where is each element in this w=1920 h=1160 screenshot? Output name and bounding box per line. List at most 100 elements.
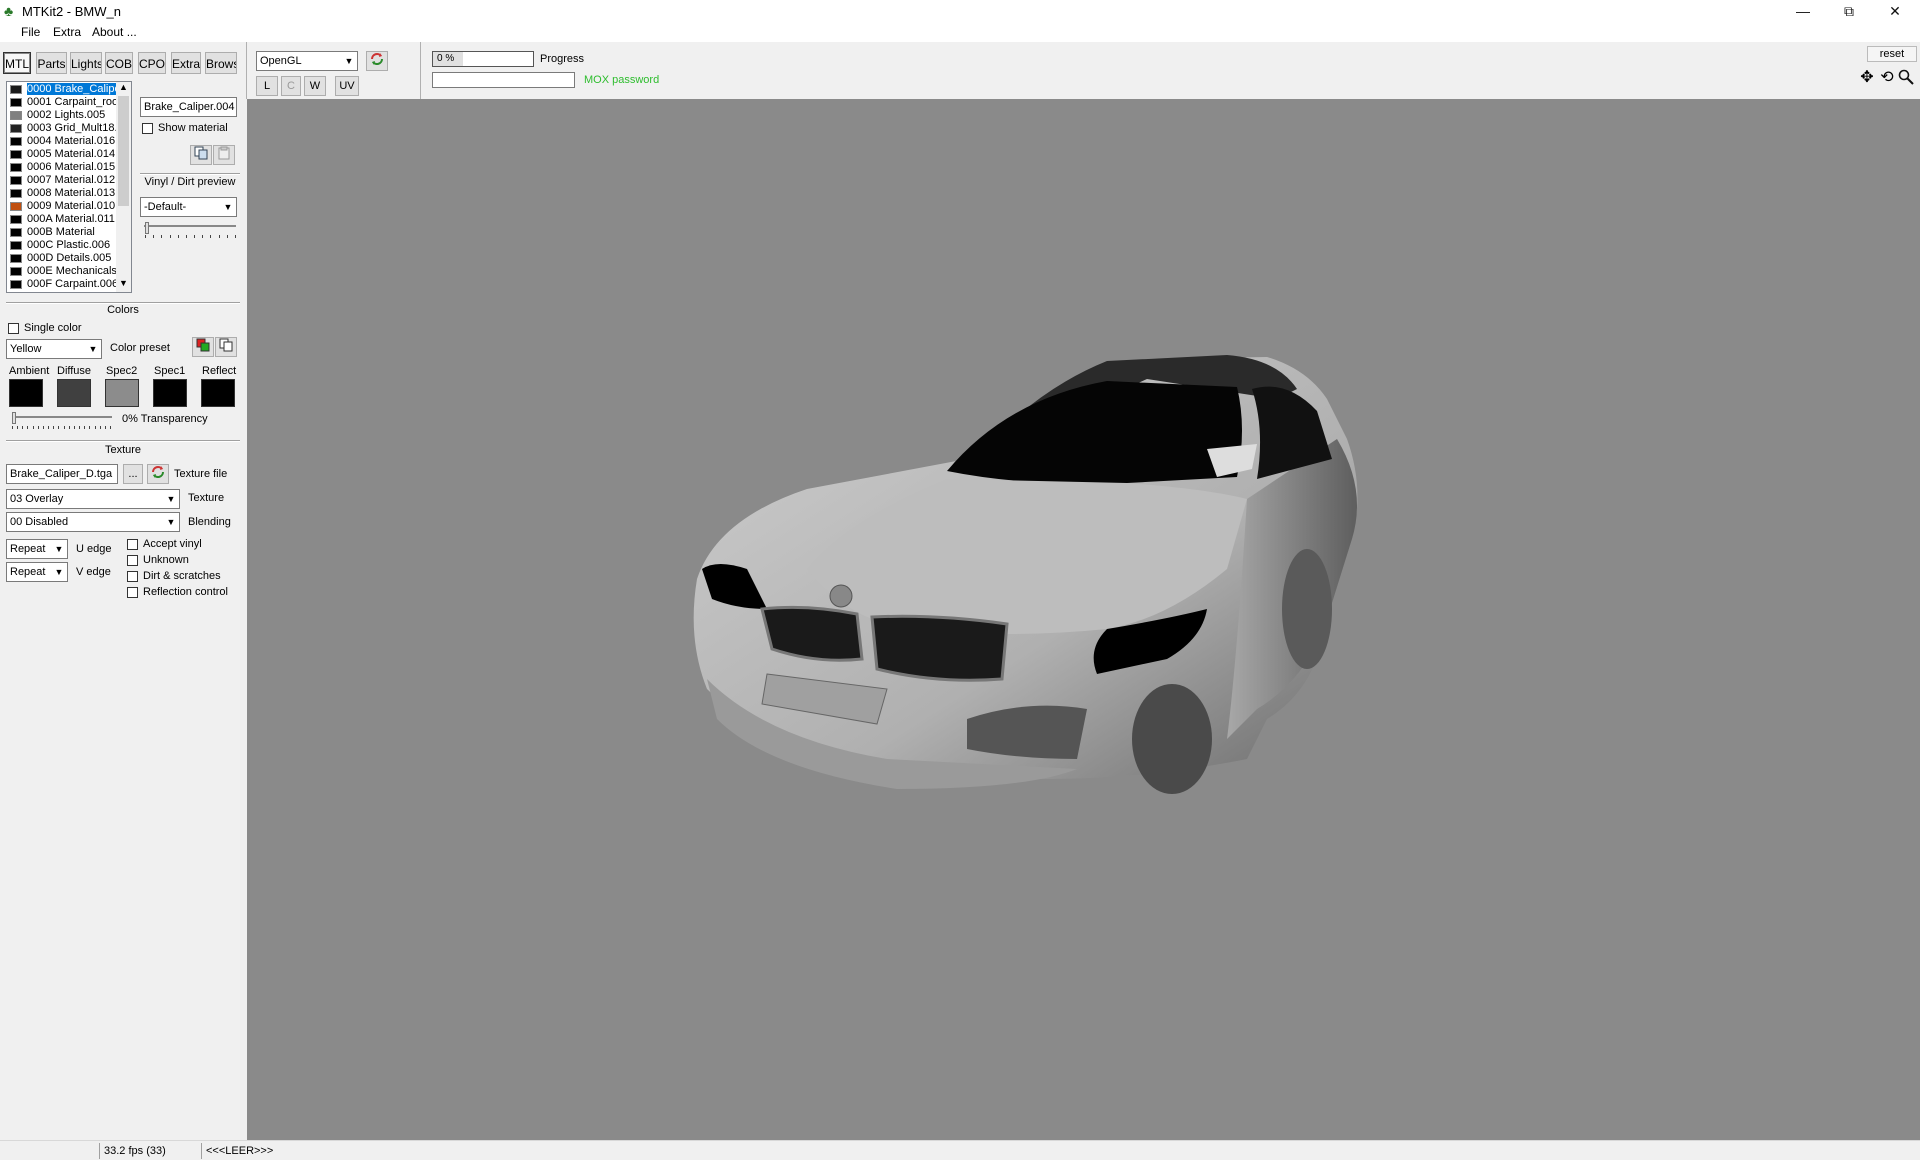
ambient-swatch[interactable] — [9, 379, 43, 407]
color-preset-value: Yellow — [10, 343, 42, 355]
renderer-select[interactable]: OpenGL ▼ — [256, 51, 358, 71]
material-color-icon — [10, 85, 22, 94]
rotate-icon[interactable]: ⟲ — [1878, 69, 1896, 87]
list-item[interactable]: 0006 Material.015 — [7, 161, 115, 174]
texture-file-input[interactable]: Brake_Caliper_D.tga — [6, 464, 118, 484]
u-edge-select[interactable]: Repeat ▼ — [6, 539, 68, 559]
restore-button[interactable]: ⧉ — [1826, 0, 1872, 22]
tab-cob[interactable]: COB — [105, 52, 133, 74]
vinyl-select[interactable]: -Default- ▼ — [140, 197, 237, 217]
save-preset-button[interactable] — [215, 337, 237, 357]
tab-extra[interactable]: Extra — [171, 52, 201, 74]
menu-file[interactable]: File — [21, 25, 40, 39]
slider-tick — [22, 426, 23, 429]
mox-password-label: MOX password — [584, 74, 660, 86]
material-name: 0007 Material.012 — [27, 174, 116, 186]
reset-button[interactable]: reset — [1867, 46, 1917, 62]
list-item[interactable]: 000C Plastic.006 — [7, 239, 115, 252]
chevron-down-icon: ▼ — [51, 563, 67, 581]
copy-material-button[interactable] — [190, 145, 212, 165]
unknown-checkbox[interactable] — [127, 555, 138, 566]
view-l-button[interactable]: L — [256, 76, 278, 96]
transparency-slider-thumb[interactable] — [12, 412, 16, 424]
transparency-label: 0% Transparency — [122, 413, 208, 425]
list-item[interactable]: 0004 Material.016 — [7, 135, 115, 148]
vinyl-slider[interactable] — [144, 225, 236, 227]
v-edge-value: Repeat — [10, 566, 46, 578]
reflect-label: Reflect — [202, 365, 237, 377]
material-name-input[interactable]: Brake_Caliper.004 — [140, 97, 237, 117]
close-button[interactable]: ✕ — [1872, 0, 1918, 22]
vinyl-slider-thumb[interactable] — [145, 222, 149, 234]
view-uv-button[interactable]: UV — [335, 76, 359, 96]
tab-lights[interactable]: Lights — [70, 52, 102, 74]
texture-header: Texture — [104, 444, 142, 456]
material-name: 0003 Grid_Mult18.0 — [27, 122, 124, 134]
list-item[interactable]: 0003 Grid_Mult18.0 — [7, 122, 124, 135]
list-item[interactable]: 000B Material — [7, 226, 115, 239]
tab-browse[interactable]: Brows — [205, 52, 237, 74]
move-icon[interactable]: ✥ — [1858, 69, 1876, 87]
list-item[interactable]: 0005 Material.014 — [7, 148, 115, 161]
spec2-swatch[interactable] — [105, 379, 139, 407]
3d-viewport[interactable] — [247, 99, 1920, 1140]
list-item[interactable]: 0000 Brake_Caliper — [7, 83, 125, 96]
transparency-slider-ticks — [12, 426, 112, 430]
slider-tick — [95, 426, 96, 429]
material-color-icon — [10, 111, 22, 120]
mox-password-input[interactable] — [432, 72, 575, 88]
spec1-swatch[interactable] — [153, 379, 187, 407]
transparency-slider[interactable] — [12, 416, 112, 418]
browse-texture-button[interactable]: ... — [123, 464, 143, 484]
scroll-thumb[interactable] — [118, 96, 129, 206]
chevron-down-icon: ▼ — [220, 198, 236, 216]
toolbar-divider — [246, 42, 247, 99]
list-item[interactable]: 0008 Material.013 — [7, 187, 115, 200]
chevron-down-icon[interactable]: ▼ — [116, 278, 131, 291]
reflection-control-checkbox[interactable] — [127, 587, 138, 598]
show-material-checkbox[interactable] — [142, 123, 153, 134]
reflect-swatch[interactable] — [201, 379, 235, 407]
list-item[interactable]: 0007 Material.012 — [7, 174, 115, 187]
v-edge-select[interactable]: Repeat ▼ — [6, 562, 68, 582]
slider-tick — [89, 426, 90, 429]
material-list-scrollbar[interactable]: ▲ ▼ — [116, 82, 131, 292]
paste-material-button[interactable] — [213, 145, 235, 165]
single-color-checkbox[interactable] — [8, 323, 19, 334]
refresh-renderer-button[interactable] — [366, 51, 388, 71]
menu-extra[interactable]: Extra — [53, 25, 81, 39]
dirt-scratches-checkbox[interactable] — [127, 571, 138, 582]
divider — [140, 173, 240, 175]
tab-parts[interactable]: Parts — [36, 52, 67, 74]
material-name: 0008 Material.013 — [27, 187, 116, 199]
copy-icon — [194, 146, 208, 160]
list-item[interactable]: 000E Mechanicals — [7, 265, 117, 278]
apply-preset-button[interactable] — [192, 337, 214, 357]
view-w-button[interactable]: W — [304, 76, 326, 96]
material-list[interactable]: 0000 Brake_Caliper 0001 Carpaint_roof 0002… — [6, 81, 132, 293]
diffuse-swatch[interactable] — [57, 379, 91, 407]
tab-mtl[interactable]: MTL — [3, 52, 31, 74]
chevron-down-icon: ▼ — [51, 540, 67, 558]
blending-select[interactable]: 00 Disabled ▼ — [6, 512, 180, 532]
toolbar: MTL Parts Lights COB CPO Extra Brows Ope… — [0, 42, 1920, 99]
minimize-button[interactable]: — — [1780, 0, 1826, 22]
menu-about[interactable]: About ... — [92, 25, 137, 39]
tab-cpo[interactable]: CPO — [138, 52, 166, 74]
zoom-icon[interactable] — [1898, 69, 1916, 87]
list-item[interactable]: 0009 Material.010 — [7, 200, 115, 213]
reload-texture-button[interactable] — [147, 464, 169, 484]
slider-tick — [100, 426, 101, 429]
refresh-icon — [371, 53, 383, 65]
chevron-up-icon[interactable]: ▲ — [116, 82, 131, 95]
list-item[interactable]: 000A Material.011 — [7, 213, 115, 226]
list-item[interactable]: 000D Details.005 — [7, 252, 115, 265]
list-item[interactable]: 000F Carpaint.006 — [7, 278, 118, 291]
list-item[interactable]: 0002 Lights.005 — [7, 109, 115, 122]
view-c-button[interactable]: C — [281, 76, 301, 96]
texture-select[interactable]: 03 Overlay ▼ — [6, 489, 180, 509]
reflection-control-label: Reflection control — [143, 586, 228, 598]
list-item[interactable]: 0001 Carpaint_roof — [7, 96, 121, 109]
accept-vinyl-checkbox[interactable] — [127, 539, 138, 550]
color-preset-select[interactable]: Yellow ▼ — [6, 339, 102, 359]
